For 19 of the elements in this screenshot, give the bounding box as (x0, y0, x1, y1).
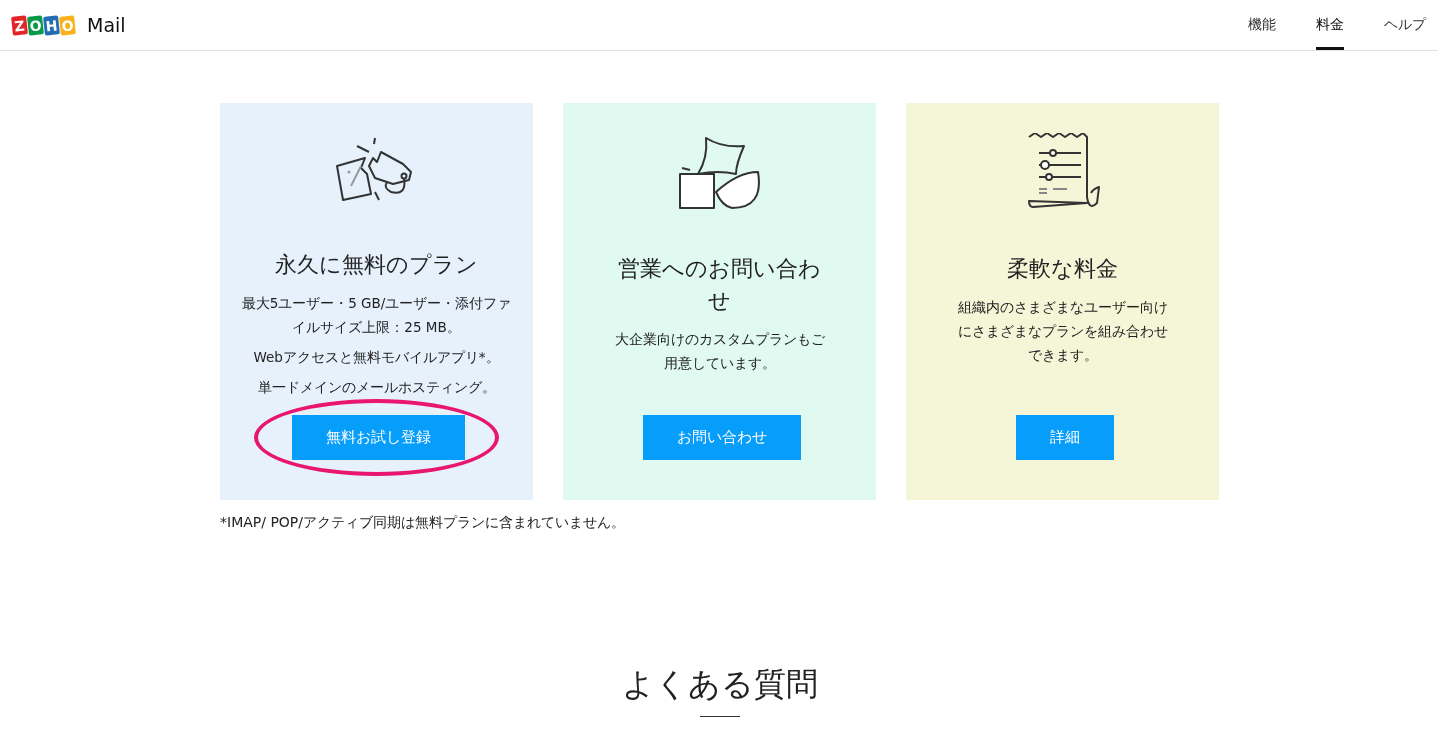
card-description: 最大5ユーザー・5 GB/ユーザー・添付ファイルサイズ上限：25 MB。 (240, 294, 513, 337)
card-description: 大企業向けのカスタムプランもご用意しています。 (613, 330, 826, 373)
nav-tab[interactable]: ヘルプ (1384, 0, 1426, 50)
faq-heading: よくある質問 (622, 664, 818, 704)
zoho-logo[interactable]: Z O H O (12, 13, 75, 37)
card-title: 永久に無料のプラン (275, 251, 478, 279)
nav-tab[interactable]: 機能 (1248, 0, 1276, 50)
cta-button[interactable]: 無料お試し登録 (292, 415, 465, 460)
card-description: 組織内のさまざまなユーザー向けにさまざまなプランを組み合わせできます。 (956, 298, 1169, 365)
shapes-icon (677, 136, 762, 212)
card-title: 営業へのお問い合わせ (617, 255, 822, 315)
card-title: 柔軟な料金 (1007, 255, 1118, 283)
card-description: 単一ドメインのメールホスティング。 (256, 378, 497, 397)
footnote: *IMAP/ POP/アクティブ同期は無料プランに含まれていません。 (220, 514, 626, 532)
cta-button[interactable]: 詳細 (1015, 415, 1114, 460)
cta-button[interactable]: お問い合わせ (642, 415, 801, 460)
product-name: Mail (87, 14, 126, 36)
card-description: Webアクセスと無料モバイルアプリ*。 (252, 348, 501, 367)
nav-tab[interactable]: 料金 (1316, 0, 1344, 50)
